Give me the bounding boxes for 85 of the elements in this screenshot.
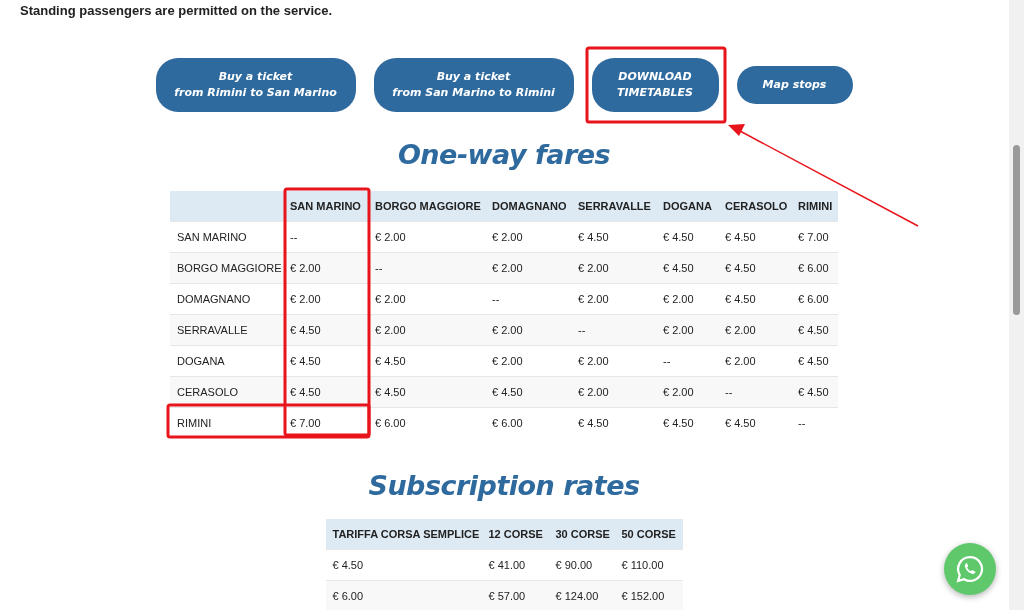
scrollbar[interactable]	[1009, 0, 1024, 610]
table-cell: € 4.50	[283, 314, 368, 346]
column-header: BORGO MAGGIORE	[368, 191, 485, 222]
table-cell: € 2.00	[368, 314, 485, 346]
table-cell: € 2.00	[368, 221, 485, 253]
table-cell: € 2.00	[718, 345, 791, 377]
table-cell: € 4.50	[718, 221, 791, 253]
row-header: SERRAVALLE	[170, 314, 283, 346]
table-cell: € 2.00	[656, 376, 718, 408]
phone-bubble-icon	[955, 554, 985, 584]
table-cell: € 2.00	[571, 376, 656, 408]
table-cell: € 124.00	[548, 580, 615, 610]
link-button[interactable]: Buy a ticket from San Marino to Rimini	[373, 58, 574, 112]
table-cell: € 4.50	[791, 345, 838, 377]
column-header: SAN MARINO	[283, 191, 368, 222]
chat-button[interactable]	[944, 543, 996, 595]
table-cell: € 2.00	[368, 283, 485, 315]
table-cell: € 6.00	[368, 407, 485, 438]
table-cell: € 6.00	[791, 283, 838, 315]
table-cell: € 2.00	[485, 221, 571, 253]
link-button[interactable]: Buy a ticket from Rimini to San Marino	[155, 58, 356, 112]
link-button[interactable]: DOWNLOAD TIMETABLES	[591, 58, 719, 112]
row-header: SAN MARINO	[170, 221, 283, 253]
column-header: DOMAGNANO	[485, 191, 571, 222]
table-cell: € 2.00	[571, 345, 656, 377]
table-cell: € 4.50	[791, 376, 838, 408]
table-cell: € 4.50	[325, 549, 482, 581]
row-header: CERASOLO	[170, 376, 283, 408]
table-cell: € 4.50	[368, 376, 485, 408]
table-cell: € 2.00	[485, 345, 571, 377]
table-cell: € 2.00	[283, 283, 368, 315]
table-cell: € 90.00	[548, 549, 615, 581]
table-cell: € 2.00	[656, 283, 718, 315]
table-cell: € 4.50	[283, 376, 368, 408]
column-header: CERASOLO	[718, 191, 791, 222]
table-cell: € 6.00	[325, 580, 482, 610]
table-cell: € 4.50	[718, 407, 791, 438]
section-title: One-way fares	[397, 138, 611, 172]
table-cell: € 2.00	[656, 314, 718, 346]
table-cell: € 6.00	[485, 407, 571, 438]
table-cell: € 2.00	[571, 252, 656, 284]
table-cell: € 6.00	[791, 252, 838, 284]
table-cell: € 57.00	[481, 580, 549, 610]
table-cell: € 41.00	[481, 549, 549, 581]
row-header: BORGO MAGGIORE	[170, 252, 283, 284]
table-cell: --	[656, 345, 718, 377]
table-cell: € 4.50	[656, 252, 718, 284]
table-cell: € 4.50	[656, 407, 718, 438]
table-cell: € 4.50	[718, 252, 791, 284]
table-cell: € 4.50	[571, 221, 656, 253]
column-header: 12 CORSE	[481, 519, 549, 550]
table-cell: € 2.00	[283, 252, 368, 284]
notice-text: Standing passengers are permitted on the service.	[20, 3, 333, 19]
row-header: DOMAGNANO	[170, 283, 283, 315]
table-cell: € 2.00	[571, 283, 656, 315]
table-cell: --	[368, 252, 485, 284]
table-cell: --	[791, 407, 838, 438]
column-header: RIMINI	[791, 191, 838, 222]
table-cell: € 4.50	[485, 376, 571, 408]
table-cell: € 110.00	[614, 549, 683, 581]
table-cell: € 2.00	[718, 314, 791, 346]
table-cell: € 2.00	[485, 314, 571, 346]
table-cell: --	[571, 314, 656, 346]
row-header: RIMINI	[170, 407, 283, 438]
table-cell: --	[283, 221, 368, 253]
link-button[interactable]: Map stops	[736, 66, 853, 104]
row-header: DOGANA	[170, 345, 283, 377]
column-header: SERRAVALLE	[571, 191, 656, 222]
table-cell: --	[485, 283, 571, 315]
table-cell: --	[718, 376, 791, 408]
table-cell: € 4.50	[718, 283, 791, 315]
table-cell: € 4.50	[656, 221, 718, 253]
section-title: Subscription rates	[368, 469, 640, 503]
column-header: TARIFFA CORSA SEMPLICE	[325, 519, 482, 550]
column-header: 50 CORSE	[614, 519, 683, 550]
table-cell: € 2.00	[485, 252, 571, 284]
table-cell: € 4.50	[791, 314, 838, 346]
table-cell: € 7.00	[791, 221, 838, 253]
table-cell: € 7.00	[283, 407, 368, 438]
table-cell: € 152.00	[614, 580, 683, 610]
column-header: DOGANA	[656, 191, 718, 222]
table-cell: € 4.50	[283, 345, 368, 377]
table-cell: € 4.50	[368, 345, 485, 377]
column-header: 30 CORSE	[548, 519, 615, 550]
table-cell: € 4.50	[571, 407, 656, 438]
